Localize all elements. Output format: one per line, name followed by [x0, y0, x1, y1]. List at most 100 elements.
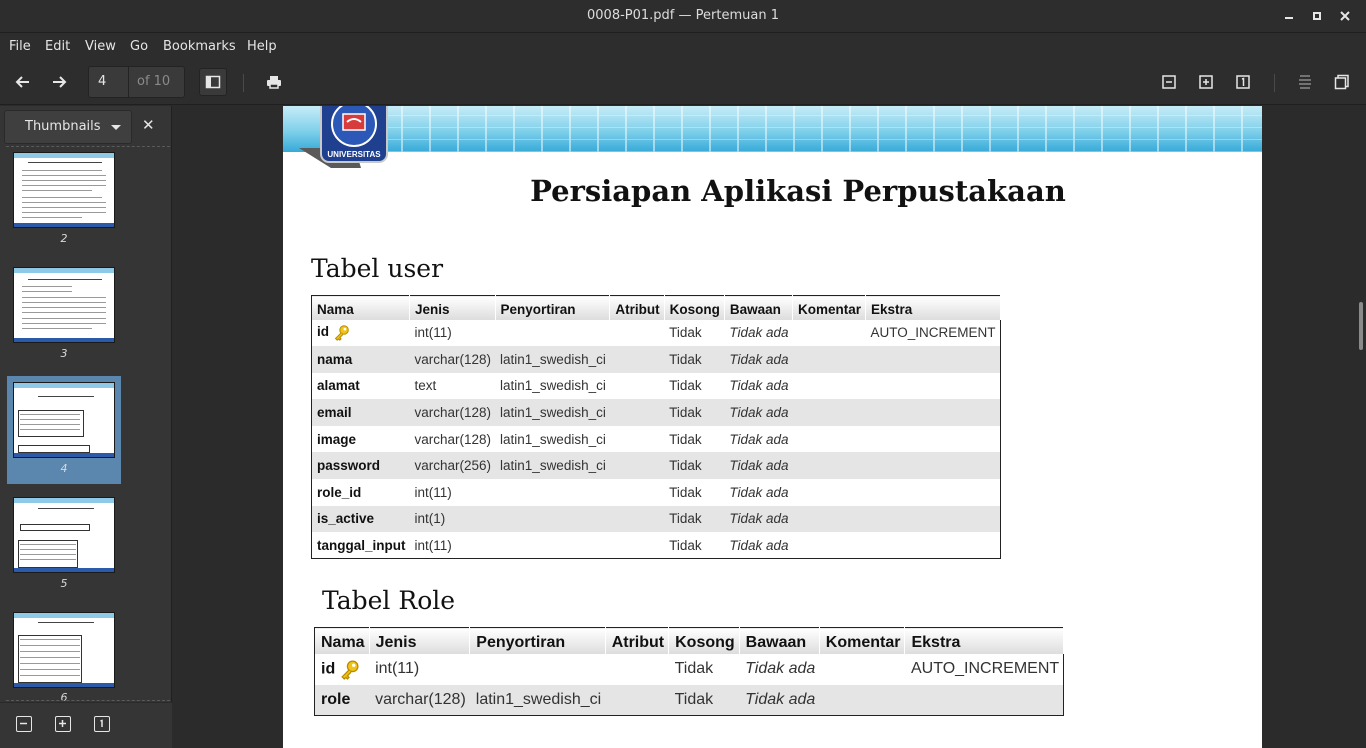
print-button[interactable] [261, 69, 287, 95]
document-viewer[interactable]: UNIVERSITAS Persiapan Aplikasi Perpustak… [173, 106, 1366, 748]
chevron-down-icon [111, 125, 121, 130]
table-cell: Tidak [664, 373, 724, 400]
table-row: role varchar(128) latin1_swedish_ci Tidak Ti… [314, 684, 1064, 716]
cell-text: email [317, 405, 352, 421]
table-cell: latin1_swedish_ci [495, 373, 610, 400]
sidebar-toggle-button[interactable] [199, 68, 227, 96]
thumbnail-page-3[interactable] [13, 267, 115, 343]
thumbnail-label: 3 [60, 347, 68, 360]
table-role: Nama Jenis Penyortiran Atribut Kosong Ba… [314, 627, 1065, 716]
sidebar-mode-label: Thumbnails [25, 119, 101, 134]
table-cell [865, 452, 1001, 480]
table-cell: Tidak ada [724, 399, 793, 426]
original-size-button[interactable] [1230, 69, 1256, 95]
table-row: image varchar(128) latin1_swedish_ci Tidak T… [312, 426, 1001, 453]
table-cell [865, 505, 1001, 533]
table-cell [792, 346, 866, 373]
table-cell: Tidak [668, 684, 740, 716]
cell-text: varchar(256) [414, 458, 492, 474]
zoom-out-button[interactable] [1156, 69, 1182, 95]
table-cell: Tidak [664, 479, 724, 506]
thumbnail-original-size-button[interactable] [94, 716, 110, 732]
column-header: Penyortiran [495, 295, 611, 320]
table-cell [495, 505, 610, 533]
table-row: nama varchar(128) latin1_swedish_ci Tidak Ti… [311, 346, 1001, 373]
menu-bookmarks[interactable]: Bookmarks [163, 39, 236, 54]
page-number-input[interactable]: 4 [89, 67, 129, 97]
sidebar-footer [0, 702, 172, 748]
table-cell [609, 505, 665, 533]
field-name-cell: tanggal_input [312, 532, 410, 559]
table-cell [792, 505, 866, 533]
cell-text: Tidak [669, 484, 702, 500]
table-cell: Tidak [664, 505, 725, 533]
continuous-mode-button[interactable] [1292, 69, 1318, 95]
table-cell: text [410, 373, 496, 400]
table-cell: varchar(256) [409, 452, 496, 480]
minimize-icon [1285, 17, 1293, 19]
thumbnail-page-6[interactable] [13, 612, 115, 688]
cell-text: password [317, 458, 381, 474]
university-logo: UNIVERSITAS [299, 106, 388, 168]
cell-text: Tidak [669, 537, 702, 553]
table-cell [609, 346, 665, 373]
table-cell: Tidak ada [724, 373, 792, 400]
column-header: Komentar [819, 627, 906, 654]
table-cell: Tidak [664, 320, 724, 347]
column-header: Ekstra [865, 295, 1001, 320]
cell-text: latin1_swedish_ci [500, 405, 606, 421]
table-cell: Tidak [669, 654, 740, 685]
cell-text: varchar(128) [414, 351, 492, 367]
sidebar-close-button[interactable]: ✕ [142, 116, 155, 134]
thumbnail-zoom-out-button[interactable] [16, 716, 32, 732]
table-cell [495, 532, 610, 559]
maximize-button[interactable] [1309, 8, 1325, 24]
table-cell: Tidak [664, 346, 725, 373]
thumbnail-label: 5 [60, 577, 68, 590]
divider [6, 700, 170, 701]
menu-file[interactable]: File [9, 39, 31, 54]
cell-text: nama [317, 351, 353, 367]
menu-go[interactable]: Go [130, 39, 148, 54]
cell-text: AUTO_INCREMENT [910, 660, 1060, 677]
cell-text: Tidak [669, 405, 702, 421]
cell-text: Tidak [669, 431, 702, 447]
thumbnail-page-4[interactable] [13, 382, 115, 458]
dual-page-button[interactable] [1329, 69, 1355, 95]
table-cell [605, 654, 668, 685]
toolbar-separator [243, 74, 244, 92]
sidebar-icon [205, 75, 221, 89]
column-header: Kosong [668, 627, 740, 654]
menu-help[interactable]: Help [247, 39, 277, 54]
table-cell [792, 399, 866, 426]
menu-view[interactable]: View [85, 39, 116, 54]
cell-text: latin1_swedish_ci [500, 431, 606, 447]
cell-text: latin1_swedish_ci [500, 378, 606, 394]
thumbnail-page-5[interactable] [13, 497, 115, 573]
back-button[interactable] [10, 69, 36, 95]
table-cell: latin1_swedish_ci [495, 399, 610, 426]
cell-text: Tidak [669, 458, 702, 474]
page-title: Persiapan Aplikasi Perpustakaan [530, 174, 1066, 208]
table-cell: Tidak ada [724, 346, 793, 373]
zoom-in-button[interactable] [1193, 69, 1219, 95]
primary-key-icon [341, 659, 359, 680]
cell-text: AUTO_INCREMENT [870, 325, 996, 341]
table-cell: int(11) [410, 479, 496, 506]
thumbnail-zoom-in-button[interactable] [55, 716, 71, 732]
table-cell [904, 684, 1064, 716]
actual-size-icon [1236, 75, 1250, 89]
menu-edit[interactable]: Edit [45, 39, 70, 54]
cell-text: Tidak ada [729, 537, 789, 553]
vertical-scrollbar[interactable] [1359, 302, 1363, 350]
column-header: Jenis [369, 627, 471, 654]
table-cell [819, 654, 905, 685]
column-header: Atribut [605, 627, 670, 654]
table-cell: latin1_swedish_ci [469, 684, 606, 716]
table-row: id int(11) Tidak Tidak ada AUTO_INCREMENT [315, 654, 1064, 685]
sidebar-mode-dropdown[interactable]: Thumbnails [4, 110, 132, 144]
forward-button[interactable] [46, 69, 72, 95]
minimize-button[interactable] [1281, 8, 1297, 24]
thumbnail-page-2[interactable] [13, 152, 115, 228]
close-window-button[interactable] [1337, 8, 1353, 24]
